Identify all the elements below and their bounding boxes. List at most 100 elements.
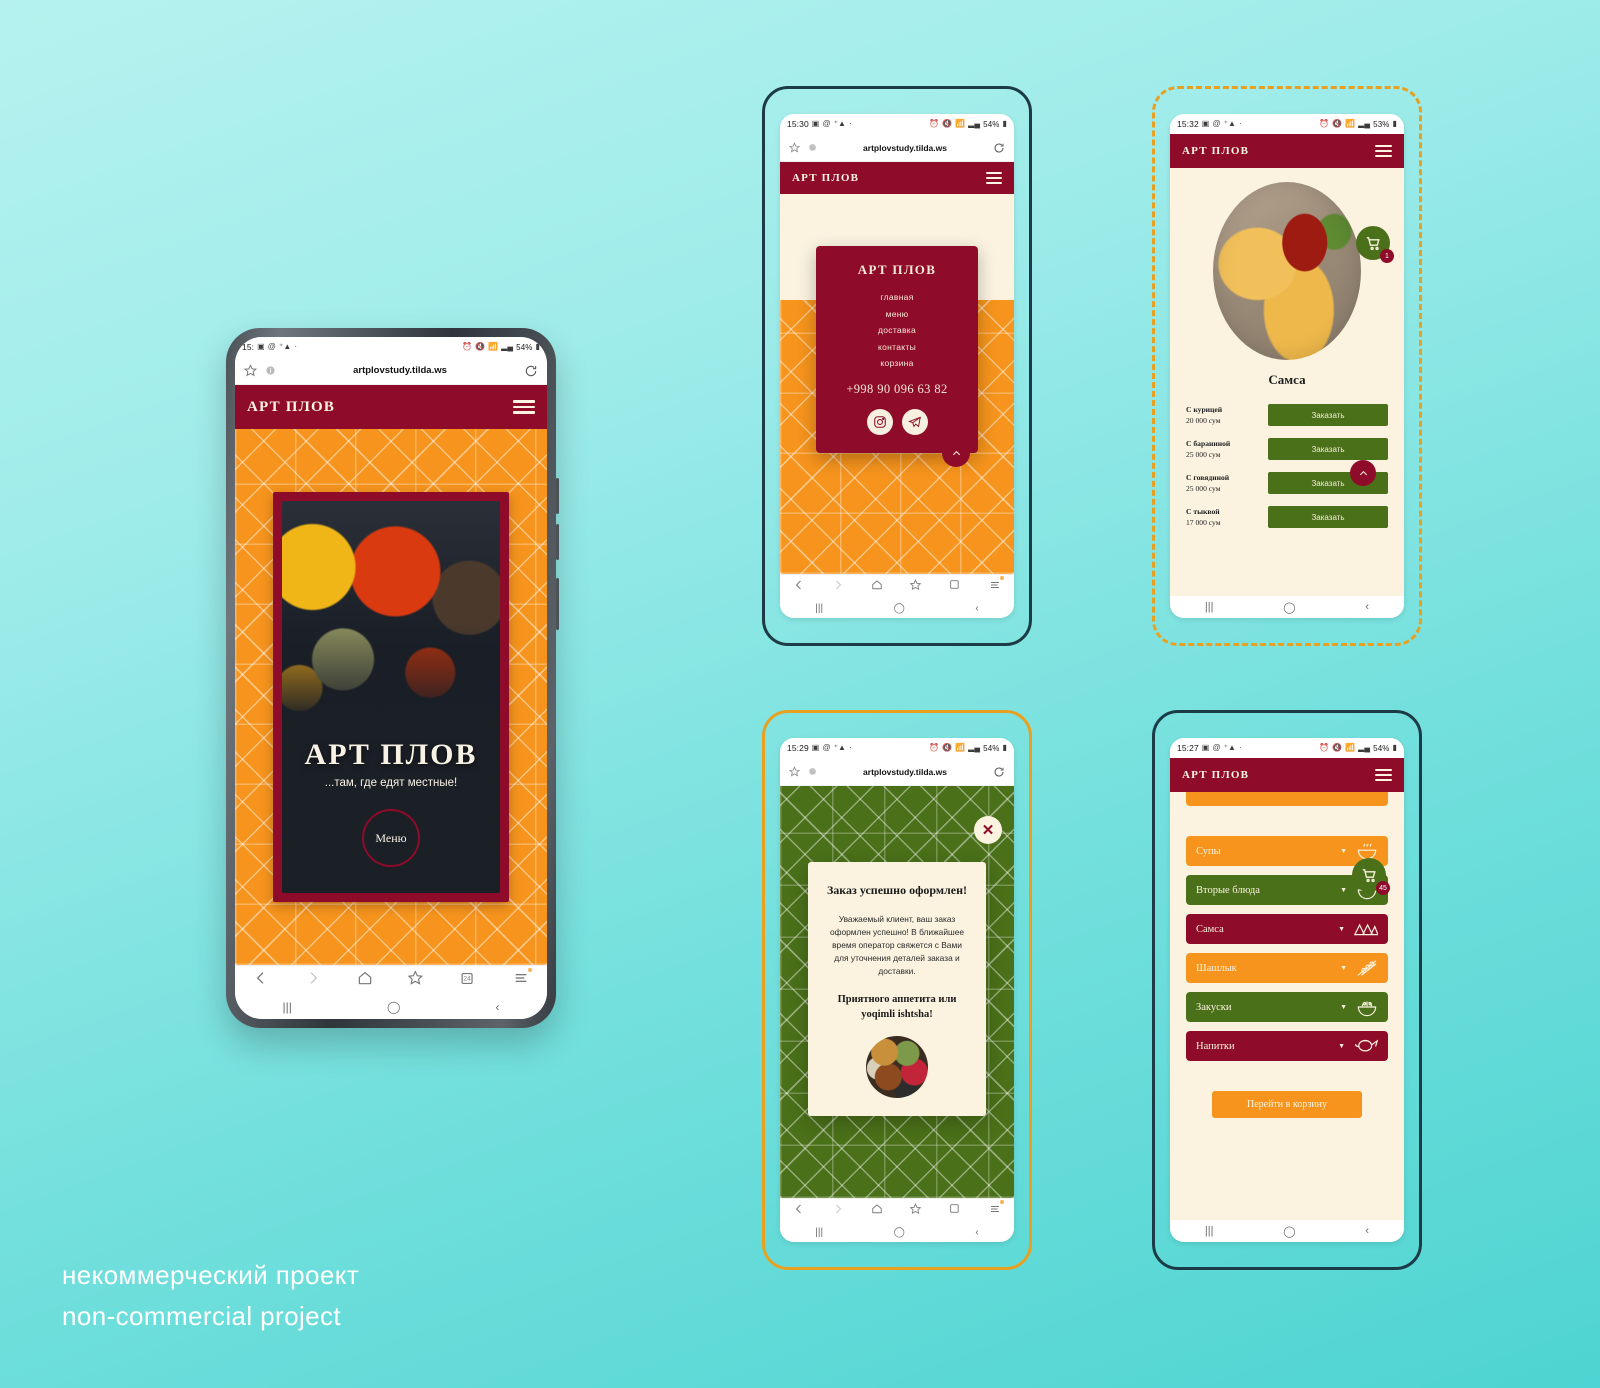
recents-button[interactable]: |||: [815, 1227, 823, 1238]
site-brand[interactable]: АРТ ПЛОВ: [792, 172, 859, 184]
forward-icon[interactable]: [832, 1202, 844, 1220]
back-button[interactable]: ‹: [495, 1000, 499, 1014]
bookmarks-icon[interactable]: [408, 970, 424, 991]
reload-icon[interactable]: [993, 766, 1005, 778]
category-snacks[interactable]: Закуски ▼: [1186, 992, 1388, 1022]
android-status-bar: 15:30 ▣ @ ⁺▲ · ⏰ 🔇 📶 ▂▄ 54% ▮: [780, 114, 1014, 134]
category-shashlik[interactable]: Шашлык ▼: [1186, 953, 1388, 983]
menu-button[interactable]: Меню: [362, 809, 420, 867]
site-info-icon[interactable]: [808, 767, 817, 776]
hamburger-menu-icon[interactable]: [986, 172, 1002, 184]
battery-icon: ▮: [1002, 743, 1007, 752]
power-button[interactable]: [556, 578, 559, 630]
browser-url-bar[interactable]: artplovstudy.tilda.ws: [780, 134, 1014, 162]
android-nav-bar: ||| ◯ ‹: [780, 1222, 1014, 1242]
product-variant-row: С курицей 20 000 сум Заказать: [1170, 398, 1404, 432]
back-button[interactable]: ‹: [1365, 1225, 1369, 1237]
browser-menu-icon[interactable]: [989, 575, 1004, 596]
scroll-to-top-icon[interactable]: [942, 439, 970, 467]
gallery-icon: ▣: [1201, 743, 1210, 752]
mute-icon: 🔇: [942, 743, 953, 752]
reload-icon[interactable]: [524, 364, 538, 378]
alarm-icon: ⏰: [461, 342, 473, 351]
hero-inner: АРТ ПЛОВ ...там, где едят местные! Меню: [282, 501, 500, 893]
home-button[interactable]: ◯: [387, 1000, 400, 1014]
volume-up-button[interactable]: [556, 478, 559, 514]
mute-icon: 🔇: [475, 342, 486, 351]
browser-menu-icon[interactable]: [989, 1199, 1004, 1220]
variant-label: С говядиной 25 000 сум: [1186, 472, 1258, 494]
telegram-icon[interactable]: [901, 409, 928, 435]
forward-icon[interactable]: [305, 970, 321, 991]
category-samsa[interactable]: Самса ▼: [1186, 914, 1388, 944]
home-button[interactable]: ◯: [894, 1227, 905, 1238]
cart-fab-button[interactable]: 45: [1352, 858, 1390, 895]
reload-icon[interactable]: [993, 142, 1005, 154]
recents-button[interactable]: |||: [283, 1000, 292, 1014]
nav-link-delivery[interactable]: доставка: [826, 325, 968, 335]
bookmark-star-icon[interactable]: [789, 142, 800, 153]
back-icon[interactable]: [253, 970, 269, 991]
back-icon[interactable]: [793, 1202, 805, 1220]
more-dot-icon: ·: [294, 342, 298, 351]
order-button[interactable]: Заказать: [1268, 506, 1388, 528]
url-text: artplovstudy.tilda.ws: [863, 142, 947, 153]
forward-icon[interactable]: [832, 578, 844, 596]
hamburger-menu-icon[interactable]: [1375, 145, 1392, 157]
bookmarks-icon[interactable]: [909, 578, 922, 596]
hamburger-menu-icon[interactable]: [513, 400, 535, 414]
browser-url-bar[interactable]: artplovstudy.tilda.ws: [235, 357, 547, 385]
recents-button[interactable]: |||: [1205, 1225, 1214, 1237]
browser-menu-icon[interactable]: [513, 968, 533, 991]
home-button[interactable]: ◯: [1283, 601, 1295, 614]
category-drinks[interactable]: Напитки ▼: [1186, 1031, 1388, 1061]
nav-link-home[interactable]: главная: [826, 292, 968, 302]
home-icon[interactable]: [871, 1202, 883, 1220]
mail-icon: @: [822, 119, 831, 128]
status-time: 15:27: [1177, 743, 1199, 753]
nav-link-menu[interactable]: меню: [826, 309, 968, 319]
close-icon[interactable]: ✕: [974, 816, 1002, 844]
browser-url-bar[interactable]: artplovstudy.tilda.ws: [780, 758, 1014, 786]
volume-down-button[interactable]: [556, 524, 559, 560]
tabs-count-icon[interactable]: [949, 1202, 962, 1220]
variant-price: 17 000 сум: [1186, 518, 1221, 527]
go-to-cart-button[interactable]: Перейти в корзину: [1212, 1091, 1362, 1118]
order-button[interactable]: Заказать: [1268, 438, 1388, 460]
back-button[interactable]: ‹: [975, 603, 978, 614]
bookmarks-icon[interactable]: [909, 1202, 922, 1220]
hamburger-menu-icon[interactable]: [1375, 769, 1392, 781]
nav-link-contacts[interactable]: контакты: [826, 342, 968, 352]
mute-icon: 🔇: [1332, 119, 1343, 128]
samsa-photo: [1213, 182, 1361, 360]
home-button[interactable]: ◯: [894, 603, 905, 614]
instagram-icon[interactable]: [866, 409, 893, 435]
site-brand[interactable]: АРТ ПЛОВ: [1182, 769, 1249, 781]
battery-icon: ▮: [1392, 119, 1397, 128]
cart-fab-button[interactable]: 1: [1356, 226, 1394, 263]
contact-phone-number[interactable]: +998 90 096 63 82: [826, 382, 968, 397]
hero-section: АРТ ПЛОВ ...там, где едят местные! Меню: [235, 429, 547, 965]
site-brand[interactable]: АРТ ПЛОВ: [247, 399, 335, 416]
tabs-count-icon[interactable]: [949, 578, 962, 596]
home-icon[interactable]: [871, 578, 883, 596]
site-info-icon[interactable]: [265, 365, 276, 376]
bookmark-star-icon[interactable]: [789, 766, 800, 777]
back-button[interactable]: ‹: [1365, 601, 1369, 613]
back-icon[interactable]: [793, 578, 805, 596]
nav-link-cart[interactable]: корзина: [826, 358, 968, 368]
site-header: АРТ ПЛОВ: [235, 385, 547, 429]
recents-button[interactable]: |||: [1205, 601, 1214, 613]
variant-label: С тыквой 17 000 сум: [1186, 506, 1258, 528]
tabs-count-icon[interactable]: 24: [460, 970, 477, 992]
scroll-to-top-icon[interactable]: [1350, 460, 1376, 486]
back-button[interactable]: ‹: [975, 1227, 978, 1238]
home-icon[interactable]: [357, 970, 373, 991]
home-button[interactable]: ◯: [1283, 1225, 1295, 1238]
site-info-icon[interactable]: [808, 143, 817, 152]
bookmark-star-icon[interactable]: [244, 364, 257, 377]
site-brand[interactable]: АРТ ПЛОВ: [1182, 145, 1249, 157]
salad-bowl-icon: [1357, 1001, 1377, 1017]
order-button[interactable]: Заказать: [1268, 404, 1388, 426]
recents-button[interactable]: |||: [815, 603, 823, 614]
